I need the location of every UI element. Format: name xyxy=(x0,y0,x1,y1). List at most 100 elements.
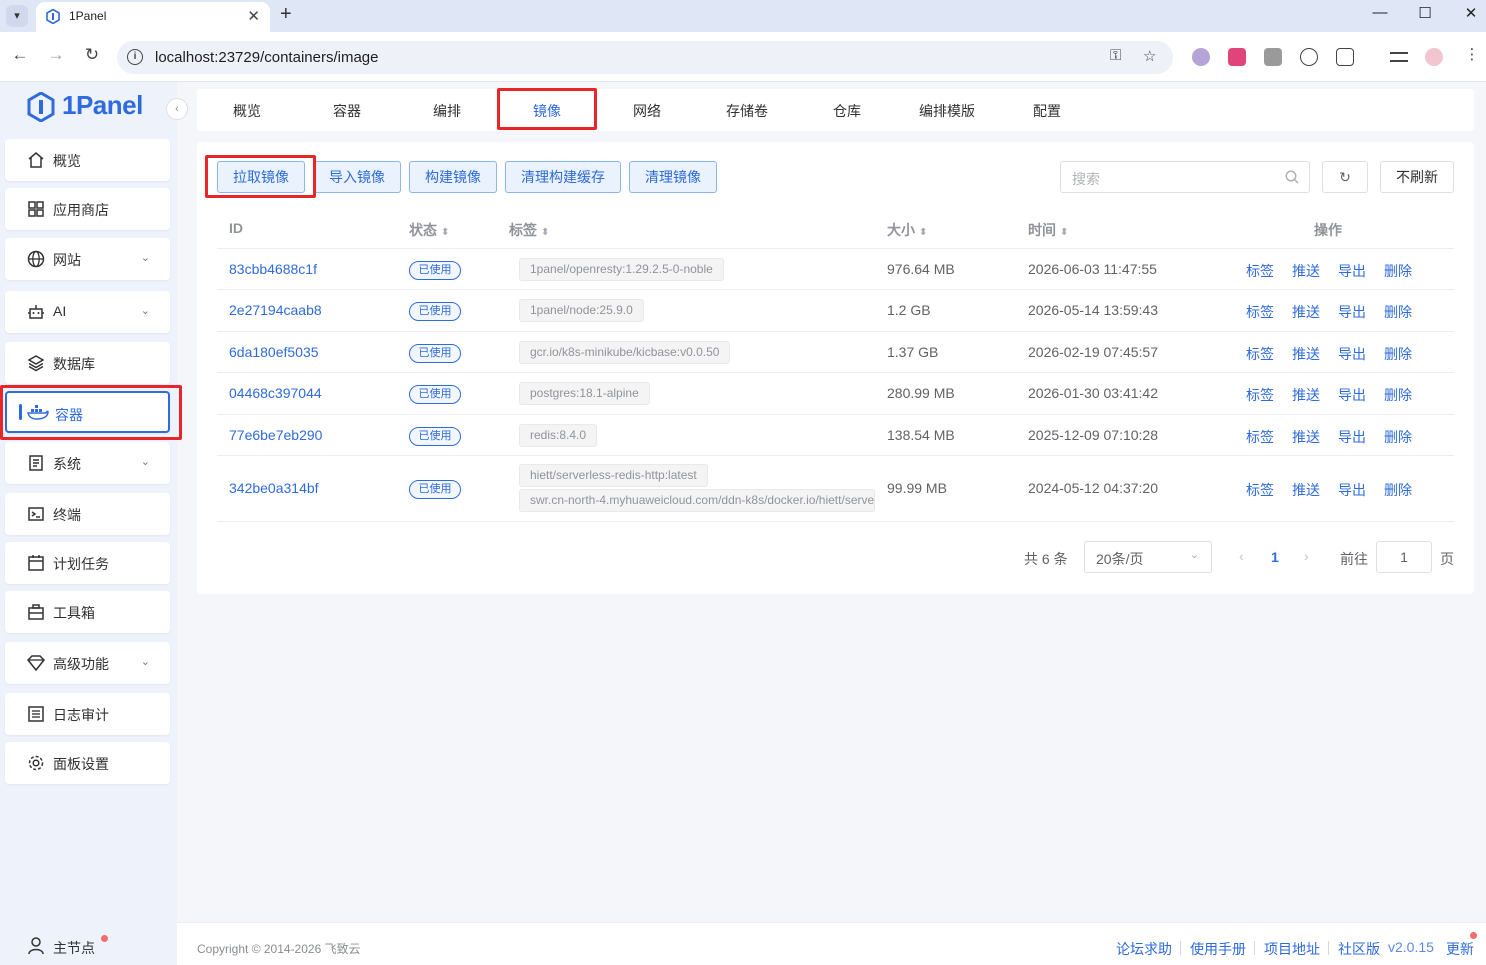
tab-networks[interactable]: 网络 xyxy=(597,101,697,121)
back-button[interactable]: ← xyxy=(8,45,32,65)
tab-volumes[interactable]: 存储卷 xyxy=(697,101,797,121)
col-tags[interactable]: 标签 ⬍ xyxy=(509,220,549,240)
image-id-link[interactable]: 83cbb4688c1f xyxy=(229,261,317,277)
image-id-link[interactable]: 77e6be7eb290 xyxy=(229,427,322,443)
browser-menu-icon[interactable]: ⋮ xyxy=(1460,45,1484,63)
clean-build-cache-button[interactable]: 清理构建缓存 xyxy=(505,161,621,193)
sidebar-item-ai[interactable]: AI ⌄ xyxy=(5,291,170,333)
clean-images-button[interactable]: 清理镜像 xyxy=(629,161,717,193)
address-bar[interactable]: i localhost:23729/containers/image ⚿ ☆ xyxy=(117,41,1173,74)
search-input[interactable]: 搜索 xyxy=(1060,161,1310,193)
sidebar-item-cronjob[interactable]: 计划任务 xyxy=(5,542,170,584)
page-size-select[interactable]: 20条/页 ⌄ xyxy=(1084,541,1212,573)
new-tab-button[interactable]: + xyxy=(280,3,292,26)
bookmark-star-icon[interactable]: ☆ xyxy=(1143,47,1156,65)
import-image-button[interactable]: 导入镜像 xyxy=(313,161,401,193)
push-action[interactable]: 推送 xyxy=(1292,480,1320,500)
col-size[interactable]: 大小 ⬍ xyxy=(887,220,927,240)
update-link[interactable]: 更新 xyxy=(1446,939,1474,959)
close-window-button[interactable]: ✕ xyxy=(1456,4,1486,22)
export-action[interactable]: 导出 xyxy=(1338,261,1366,281)
sidebar-item-database[interactable]: 数据库 xyxy=(5,342,170,384)
password-key-icon[interactable]: ⚿ xyxy=(1110,47,1121,64)
export-action[interactable]: 导出 xyxy=(1338,302,1366,322)
delete-action[interactable]: 删除 xyxy=(1384,302,1412,322)
push-action[interactable]: 推送 xyxy=(1292,344,1320,364)
forum-link[interactable]: 论坛求助 xyxy=(1116,939,1172,959)
tab-search-button[interactable]: ▾ xyxy=(6,5,28,27)
project-link[interactable]: 项目地址 xyxy=(1264,939,1320,959)
sidebar-item-app-store[interactable]: 应用商店 xyxy=(5,188,170,230)
image-id-link[interactable]: 04468c397044 xyxy=(229,385,322,401)
maximize-button[interactable]: ☐ xyxy=(1410,4,1440,22)
push-action[interactable]: 推送 xyxy=(1292,261,1320,281)
tag-action[interactable]: 标签 xyxy=(1246,344,1274,364)
delete-action[interactable]: 删除 xyxy=(1384,385,1412,405)
tab-repositories[interactable]: 仓库 xyxy=(797,101,897,121)
manual-link[interactable]: 使用手册 xyxy=(1190,939,1246,959)
delete-action[interactable]: 删除 xyxy=(1384,427,1412,447)
tag-action[interactable]: 标签 xyxy=(1246,261,1274,281)
col-status[interactable]: 状态 ⬍ xyxy=(409,220,449,240)
sidebar-item-settings[interactable]: 面板设置 xyxy=(5,742,170,784)
browser-tab[interactable]: 1Panel ✕ xyxy=(36,2,270,32)
next-page-button[interactable]: › xyxy=(1304,548,1309,564)
tab-images[interactable]: 镜像 xyxy=(497,101,597,121)
page-number-current[interactable]: 1 xyxy=(1271,549,1279,565)
tab-close-icon[interactable]: ✕ xyxy=(247,7,260,25)
minimize-button[interactable]: — xyxy=(1365,4,1395,21)
tab-config[interactable]: 配置 xyxy=(997,101,1097,121)
status-badge: 已使用 xyxy=(409,385,461,404)
sidebar-item-system[interactable]: 系统 ⌄ xyxy=(5,442,170,484)
sidebar-item-website[interactable]: 网站 ⌄ xyxy=(5,238,170,280)
sidebar-collapse-button[interactable]: ‹ xyxy=(166,98,188,120)
reading-list-icon[interactable] xyxy=(1390,52,1408,62)
sidebar-item-containers[interactable]: 容器 xyxy=(5,391,170,433)
pull-image-button[interactable]: 拉取镜像 xyxy=(217,161,305,193)
delete-action[interactable]: 删除 xyxy=(1384,261,1412,281)
address-url[interactable]: localhost:23729/containers/image xyxy=(155,49,378,66)
tag-action[interactable]: 标签 xyxy=(1246,385,1274,405)
chevron-down-icon: ⌄ xyxy=(140,305,150,317)
tag-action[interactable]: 标签 xyxy=(1246,480,1274,500)
image-id-link[interactable]: 6da180ef5035 xyxy=(229,344,319,360)
extension-circle-icon[interactable] xyxy=(1300,48,1318,66)
extension-gray-icon[interactable] xyxy=(1264,48,1282,66)
extensions-puzzle-icon[interactable] xyxy=(1336,48,1354,66)
extension-translate-icon[interactable] xyxy=(1228,48,1246,66)
sidebar-item-overview[interactable]: 概览 xyxy=(5,139,170,181)
sidebar-item-logs[interactable]: 日志审计 xyxy=(5,693,170,735)
export-action[interactable]: 导出 xyxy=(1338,480,1366,500)
image-id-link[interactable]: 2e27194caab8 xyxy=(229,302,322,318)
sidebar-item-advanced[interactable]: 高级功能 ⌄ xyxy=(5,642,170,684)
push-action[interactable]: 推送 xyxy=(1292,385,1320,405)
delete-action[interactable]: 删除 xyxy=(1384,480,1412,500)
refresh-interval-select[interactable]: 不刷新 xyxy=(1380,161,1454,193)
sidebar-item-toolbox[interactable]: 工具箱 xyxy=(5,591,170,633)
push-action[interactable]: 推送 xyxy=(1292,302,1320,322)
refresh-button[interactable]: ↻ xyxy=(1322,161,1368,193)
export-action[interactable]: 导出 xyxy=(1338,344,1366,364)
export-action[interactable]: 导出 xyxy=(1338,385,1366,405)
tab-containers[interactable]: 容器 xyxy=(297,101,397,121)
goto-page-input[interactable]: 1 xyxy=(1376,541,1432,573)
tab-compose[interactable]: 编排 xyxy=(397,101,497,121)
tab-overview[interactable]: 概览 xyxy=(197,101,297,121)
col-time[interactable]: 时间 ⬍ xyxy=(1028,220,1068,240)
image-id-link[interactable]: 342be0a314bf xyxy=(229,480,319,496)
site-info-icon[interactable]: i xyxy=(127,49,143,65)
forward-button[interactable]: → xyxy=(44,45,68,65)
extension-avatar-icon[interactable] xyxy=(1192,48,1210,66)
sidebar-item-terminal[interactable]: 终端 xyxy=(5,493,170,535)
tag-action[interactable]: 标签 xyxy=(1246,427,1274,447)
build-image-button[interactable]: 构建镜像 xyxy=(409,161,497,193)
profile-avatar-icon[interactable] xyxy=(1425,48,1443,66)
tab-compose-templates[interactable]: 编排模版 xyxy=(897,101,997,121)
reload-button[interactable]: ↻ xyxy=(80,45,104,65)
export-action[interactable]: 导出 xyxy=(1338,427,1366,447)
push-action[interactable]: 推送 xyxy=(1292,427,1320,447)
delete-action[interactable]: 删除 xyxy=(1384,344,1412,364)
tag-action[interactable]: 标签 xyxy=(1246,302,1274,322)
prev-page-button[interactable]: ‹ xyxy=(1239,548,1244,564)
edition-link[interactable]: 社区版 xyxy=(1338,939,1380,959)
